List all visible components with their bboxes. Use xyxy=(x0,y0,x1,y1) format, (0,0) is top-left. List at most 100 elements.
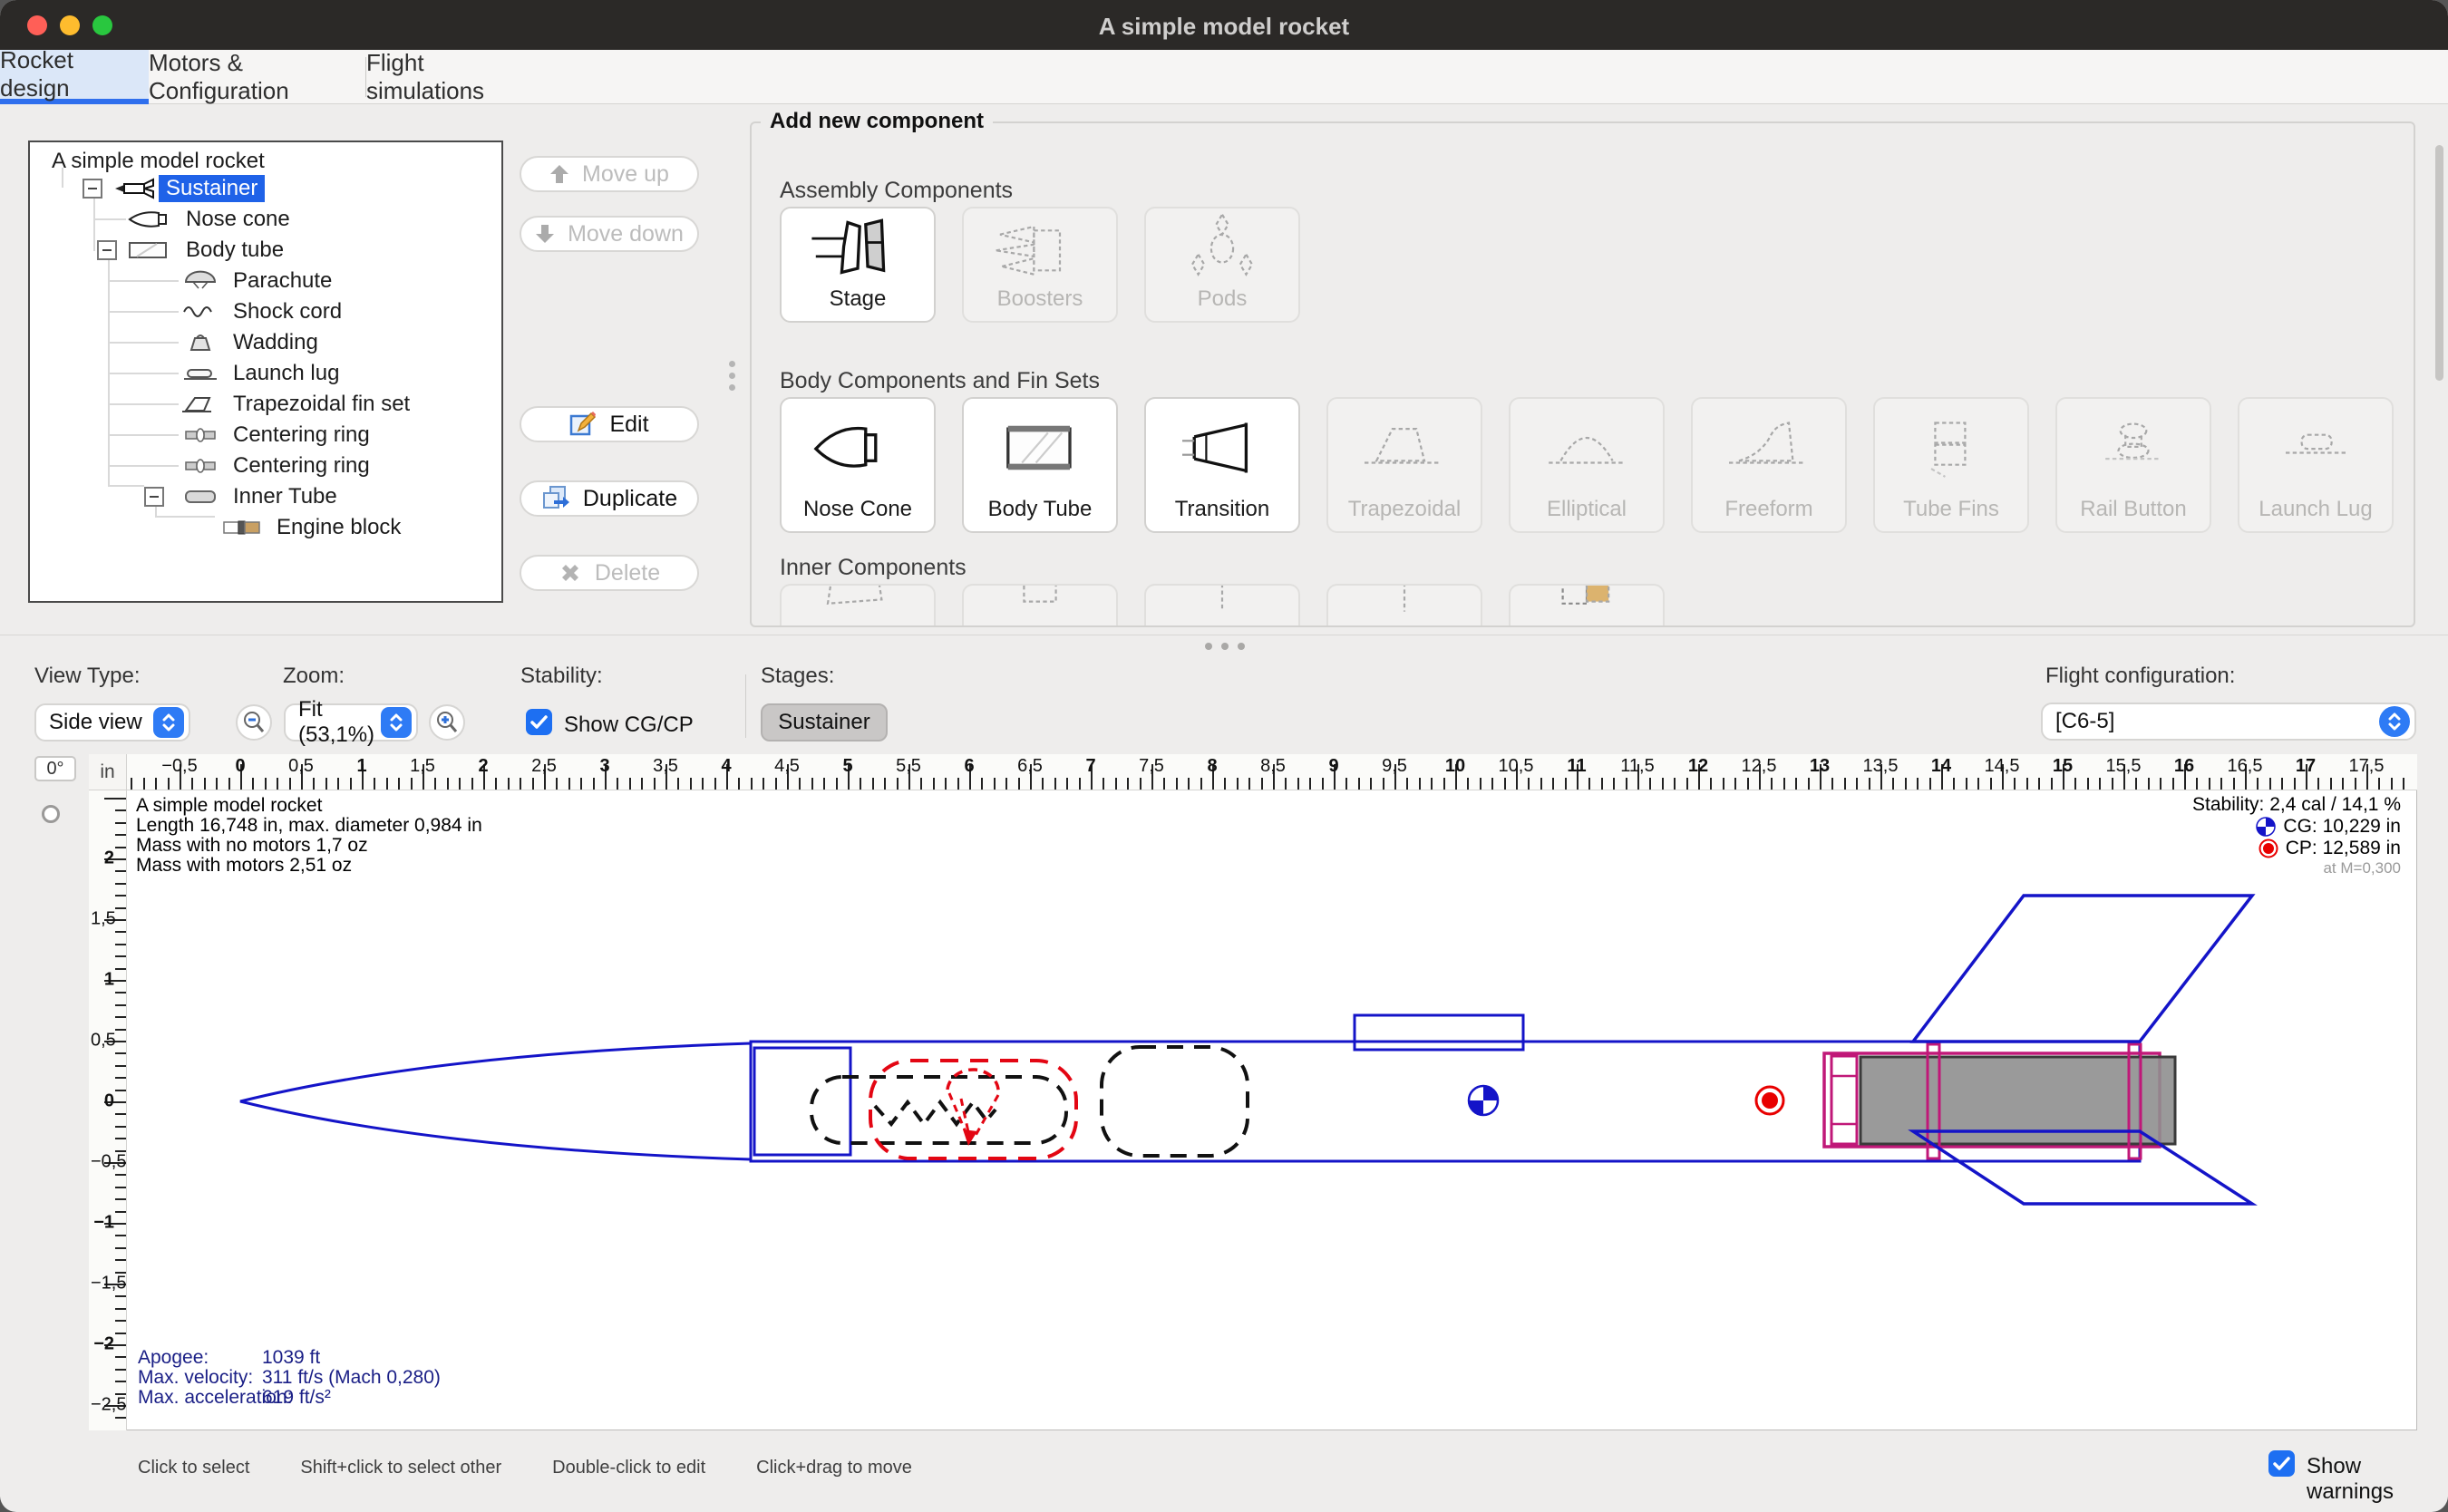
ruler-label: 0 xyxy=(235,756,245,777)
add-inner-component-tile[interactable] xyxy=(780,584,936,625)
tree-item-parachute[interactable]: Parachute xyxy=(180,267,332,295)
view-type-select[interactable]: Side view xyxy=(34,703,190,741)
tree-item-launch-lug[interactable]: Launch lug xyxy=(180,360,339,387)
ruler-tick xyxy=(1042,778,1044,790)
rotation-angle-box[interactable]: 0° xyxy=(34,756,76,781)
add-elliptical-fin-button[interactable]: Elliptical xyxy=(1509,397,1665,533)
tree-item-nose-cone[interactable]: Nose cone xyxy=(126,206,290,233)
panel-splitter-handle[interactable] xyxy=(729,355,735,396)
ruler-tick xyxy=(115,1259,126,1261)
drawn-wadding[interactable] xyxy=(1102,1047,1248,1156)
drawn-nose-shoulder xyxy=(754,1048,850,1155)
add-inner-component-tile[interactable] xyxy=(962,584,1118,625)
zoom-in-button[interactable] xyxy=(429,704,465,741)
ruler-tick xyxy=(2014,778,2016,790)
ruler-tick xyxy=(115,834,126,836)
ruler-tick xyxy=(1163,778,1165,790)
tree-item-rocket-root[interactable]: A simple model rocket xyxy=(52,148,265,175)
ruler-label: 17,5 xyxy=(2349,756,2385,777)
ruler-tick xyxy=(1248,778,1250,790)
ruler-tick xyxy=(115,1150,126,1152)
tree-item-engine-block[interactable]: Engine block xyxy=(220,514,401,541)
mach-readout: at M=0,300 xyxy=(2323,859,2401,877)
delete-button[interactable]: Delete xyxy=(520,555,699,591)
show-warnings-checkbox[interactable] xyxy=(2268,1450,2295,1477)
show-cgcp-checkbox[interactable] xyxy=(526,709,552,735)
tab-rocket-design[interactable]: Rocket design xyxy=(0,50,149,104)
zoom-out-button[interactable] xyxy=(236,704,272,741)
add-stage-button[interactable]: Stage xyxy=(780,207,936,323)
tree-guide xyxy=(108,373,179,374)
edit-button[interactable]: Edit xyxy=(520,406,699,442)
add-panel-scrollbar[interactable] xyxy=(2435,145,2443,381)
duplicate-button[interactable]: Duplicate xyxy=(520,480,699,517)
ruler-tick xyxy=(981,778,983,790)
add-trapezoidal-fin-button[interactable]: Trapezoidal xyxy=(1326,397,1482,533)
add-inner-component-tile[interactable] xyxy=(1509,584,1665,625)
tree-item-shock-cord[interactable]: Shock cord xyxy=(180,298,342,325)
rotation-knob[interactable] xyxy=(42,805,60,823)
add-boosters-button[interactable]: Boosters xyxy=(962,207,1118,323)
tab-motors-configuration[interactable]: Motors & Configuration xyxy=(149,50,364,104)
add-inner-component-tile[interactable] xyxy=(1326,584,1482,625)
drawn-launch-lug[interactable] xyxy=(1355,1015,1523,1050)
add-rail-button-button[interactable]: Rail Button xyxy=(2055,397,2211,533)
tree-item-inner-tube[interactable]: Inner Tube xyxy=(180,483,337,510)
ruler-tick xyxy=(957,778,959,790)
ruler-tick xyxy=(1370,778,1372,790)
ruler-tick xyxy=(325,778,327,790)
tree-item-wadding[interactable]: Wadding xyxy=(180,329,318,356)
tree-collapse-body-tube[interactable] xyxy=(97,240,117,260)
ruler-tick xyxy=(143,778,145,790)
tree-item-trapezoidal-fin-set[interactable]: Trapezoidal fin set xyxy=(180,391,410,418)
add-body-tube-button[interactable]: Body Tube xyxy=(962,397,1118,533)
ruler-tick xyxy=(313,778,315,790)
tab-flight-simulations[interactable]: Flight simulations xyxy=(366,50,520,104)
stability-label: Stability: xyxy=(520,664,603,689)
show-warnings-label: Show warnings xyxy=(2307,1454,2448,1505)
drawn-engine-block[interactable] xyxy=(1831,1056,1857,1144)
ruler-tick xyxy=(1723,778,1724,790)
ruler-tick xyxy=(289,778,291,790)
drawn-nose-cone[interactable] xyxy=(240,1043,751,1159)
ruler-tick xyxy=(115,1381,126,1382)
ruler-tick xyxy=(115,1029,126,1031)
tree-guide xyxy=(108,485,144,487)
ruler-tick xyxy=(1176,778,1178,790)
ruler-tick xyxy=(945,778,947,790)
ruler-tick xyxy=(1953,778,1955,790)
ruler-tick xyxy=(495,778,497,790)
tree-guide xyxy=(93,218,126,220)
ruler-tick xyxy=(2233,778,2235,790)
ruler-tick xyxy=(1892,778,1894,790)
tree-item-centering-ring[interactable]: Centering ring xyxy=(180,422,370,449)
tree-item-centering-ring[interactable]: Centering ring xyxy=(180,452,370,480)
ruler-tick xyxy=(1358,778,1360,790)
apogee-row: Apogee:1039 ft xyxy=(138,1347,209,1369)
add-tube-fins-button[interactable]: Tube Fins xyxy=(1873,397,2029,533)
add-freeform-fin-button[interactable]: Freeform xyxy=(1691,397,1847,533)
tree-collapse-inner-tube[interactable] xyxy=(144,487,164,507)
add-transition-button[interactable]: Transition xyxy=(1144,397,1300,533)
flight-configuration-select[interactable]: [C6-5] xyxy=(2041,703,2416,741)
move-down-button[interactable]: Move down xyxy=(520,216,699,252)
ruler-tick xyxy=(1443,778,1445,790)
tree-collapse-sustainer[interactable] xyxy=(83,179,102,199)
add-nose-cone-button[interactable]: Nose Cone xyxy=(780,397,936,533)
rocket-side-view[interactable] xyxy=(127,790,2417,1430)
divider-drag-handle[interactable] xyxy=(1200,638,1249,654)
add-launch-lug-button[interactable]: Launch Lug xyxy=(2238,397,2394,533)
stage-toggle-sustainer[interactable]: Sustainer xyxy=(761,703,888,741)
add-inner-component-tile[interactable] xyxy=(1144,584,1300,625)
tree-item-label: Wadding xyxy=(233,330,318,355)
ruler-tick xyxy=(1528,778,1530,790)
tree-item-sustainer[interactable]: Sustainer xyxy=(113,175,265,202)
ruler-tick xyxy=(2051,778,2053,790)
move-up-button[interactable]: Move up xyxy=(520,156,699,192)
ruler-tick xyxy=(1140,778,1141,790)
drawn-fin-upper[interactable] xyxy=(1913,896,2252,1042)
tree-item-body-tube[interactable]: Body tube xyxy=(126,237,284,264)
nose-cone-tile-icon xyxy=(808,399,908,497)
zoom-select[interactable]: Fit (53,1%) xyxy=(284,703,418,741)
add-pods-button[interactable]: Pods xyxy=(1144,207,1300,323)
